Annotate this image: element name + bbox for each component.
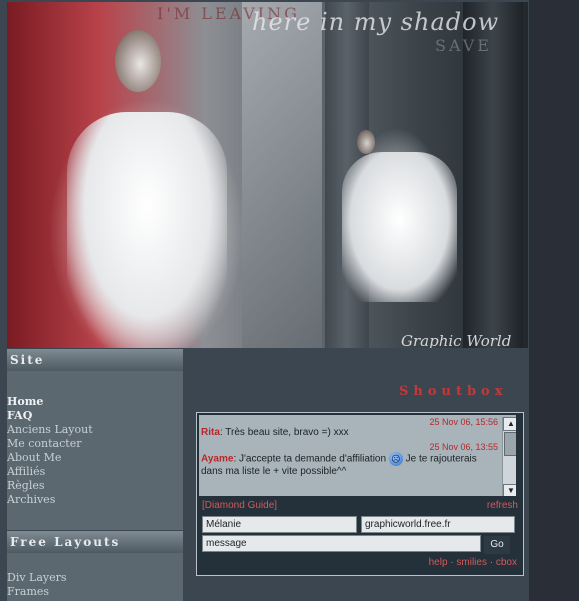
shoutbox-footer-links: help · smilies · cbox	[429, 557, 517, 568]
sidebar-link-contact[interactable]: Me contacter	[7, 437, 183, 451]
scroll-thumb[interactable]	[504, 432, 516, 456]
page: I'M LEAVING here in my shadow SAVE Graph…	[0, 0, 579, 601]
banner-brand: Graphic World v3	[401, 332, 512, 348]
shoutbox-title: Shoutbox	[399, 384, 508, 399]
diamond-guide-link[interactable]: [Diamond Guide]	[202, 500, 277, 511]
website-input[interactable]: graphicworld.free.fr	[361, 516, 515, 533]
message-date: 25 Nov 06, 13:55	[429, 442, 498, 452]
shoutbox: 25 Nov 06, 15:56 Rita: Très beau site, b…	[196, 412, 524, 576]
sidebar-heading: Site	[7, 349, 183, 371]
go-button[interactable]: Go	[484, 536, 510, 554]
banner-arch	[242, 2, 322, 348]
banner-figure-head	[357, 130, 375, 154]
sidebar-link-div-layers[interactable]: Div Layers	[7, 571, 183, 585]
refresh-link[interactable]: refresh	[487, 500, 518, 511]
sidebar-link-home[interactable]: Home	[7, 395, 183, 409]
message-user[interactable]: Rita	[201, 427, 220, 438]
sidebar-site-block: Site Home FAQ Anciens Layout Me contacte…	[7, 349, 183, 530]
sidebar-heading: Free Layouts	[7, 531, 183, 553]
header-banner: I'M LEAVING here in my shadow SAVE Graph…	[7, 2, 528, 348]
layout-wrapper: I'M LEAVING here in my shadow SAVE Graph…	[0, 0, 529, 601]
message-input[interactable]: message	[202, 535, 481, 552]
sidebar-free-layouts-block: Free Layouts Div Layers Frames	[7, 531, 183, 601]
message-date: 25 Nov 06, 15:56	[429, 417, 498, 427]
shoutbox-scrollbar[interactable]: ▲ ▼	[502, 417, 516, 496]
link-separator: ·	[450, 557, 454, 568]
sidebar-free-links: Div Layers Frames	[7, 553, 183, 599]
message-text: : Très beau site, bravo =) xxx	[219, 427, 349, 438]
banner-figure-head	[115, 30, 161, 92]
scroll-down-icon[interactable]: ▼	[503, 484, 516, 496]
banner-figure	[342, 152, 457, 302]
shoutbox-form-top: [Diamond Guide] refresh	[202, 500, 518, 511]
banner-title: here in my shadow	[252, 8, 500, 36]
help-link[interactable]: help	[429, 557, 448, 568]
sidebar-link-archives[interactable]: Archives	[7, 493, 183, 507]
scroll-up-icon[interactable]: ▲	[503, 417, 516, 431]
sidebar-link-regles[interactable]: Règles	[7, 479, 183, 493]
link-separator: ·	[489, 557, 494, 568]
sidebar-link-anciens-layout[interactable]: Anciens Layout	[7, 423, 183, 437]
banner-figure	[67, 112, 227, 348]
sidebar-link-faq[interactable]: FAQ	[7, 409, 183, 423]
shoutbox-message: 25 Nov 06, 13:55 Ayame: J'accepte ta dem…	[199, 440, 516, 479]
sidebar-link-frames[interactable]: Frames	[7, 585, 183, 599]
sidebar-link-affilies[interactable]: Affiliés	[7, 465, 183, 479]
message-user[interactable]: Ayame	[201, 454, 233, 465]
right-margin	[529, 0, 579, 601]
banner-save-text: SAVE	[435, 36, 492, 55]
sidebar-link-about[interactable]: About Me	[7, 451, 183, 465]
sad-smiley-icon: ☹	[388, 452, 403, 466]
smilies-link[interactable]: smilies	[456, 557, 487, 568]
message-text: : J'accepte ta demande d'affiliation	[233, 453, 387, 465]
shoutbox-message: 25 Nov 06, 15:56 Rita: Très beau site, b…	[199, 415, 516, 440]
sidebar-site-links: Home FAQ Anciens Layout Me contacter Abo…	[7, 371, 183, 507]
shoutbox-messages[interactable]: 25 Nov 06, 15:56 Rita: Très beau site, b…	[199, 415, 516, 496]
cbox-link[interactable]: cbox	[496, 557, 517, 568]
name-input[interactable]: Mélanie	[202, 516, 357, 533]
